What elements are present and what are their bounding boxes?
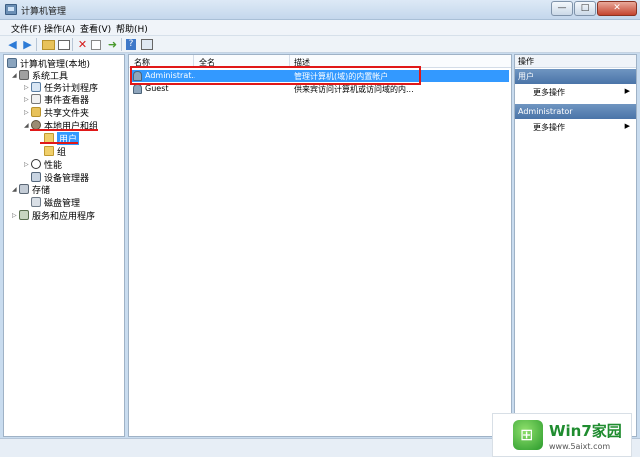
watermark-url: www.5aixt.com — [549, 442, 611, 451]
user-description: 供来宾访问计算机或访问域的内... — [294, 85, 414, 94]
tree-label: 设备管理器 — [44, 173, 90, 184]
user-name: Guest — [145, 84, 169, 93]
tree-node-event-viewer[interactable]: ▷ 事件查看器 — [24, 93, 90, 106]
tree-label: 服务和应用程序 — [32, 211, 96, 222]
storage-icon — [19, 184, 29, 194]
menu-help[interactable]: 帮助(H) — [116, 22, 148, 35]
tree-node-device-manager[interactable]: 设备管理器 — [31, 171, 90, 184]
event-log-icon — [31, 94, 41, 104]
help-icon[interactable]: ? — [126, 39, 136, 50]
up-folder-icon[interactable] — [42, 40, 55, 50]
menu-file[interactable]: 文件(F) — [11, 22, 41, 35]
menu-action[interactable]: 操作(A) — [44, 22, 75, 35]
annotation-underline — [40, 142, 78, 144]
tree-label: 共享文件夹 — [44, 108, 90, 119]
tree-label: 事件查看器 — [44, 95, 90, 106]
console-tree[interactable]: 计算机管理(本地) ◢ 系统工具 ▷ 任务计划程序 ▷ 事件查看器 ▷ 共享文件… — [3, 54, 125, 437]
computer-management-icon — [5, 4, 17, 15]
action-pane-toggle-icon[interactable] — [141, 39, 153, 50]
tree-node-disk-management[interactable]: 磁盘管理 — [31, 196, 81, 209]
user-icon — [133, 84, 142, 94]
toolbar-separator — [121, 38, 122, 51]
tree-label: 性能 — [44, 160, 63, 171]
maximize-button[interactable]: □ — [574, 1, 596, 16]
tree-node-performance[interactable]: ▷ 性能 — [24, 158, 63, 171]
clock-icon — [31, 82, 41, 92]
collapse-arrow-icon[interactable]: ◢ — [12, 72, 19, 79]
close-button[interactable]: ✕ — [597, 1, 637, 16]
disk-icon — [31, 197, 41, 207]
window-controls: — □ ✕ — [550, 1, 637, 16]
annotation-underline — [30, 129, 98, 131]
action-pane-title: 操作 — [515, 55, 636, 68]
expand-arrow-icon[interactable]: ▷ — [24, 84, 31, 91]
minimize-button[interactable]: — — [551, 1, 573, 16]
toolbar-separator — [36, 38, 37, 51]
action-pane: 操作 用户 更多操作 ▶ Administrator 更多操作 ▶ — [514, 54, 637, 437]
user-list[interactable]: 名称 全名 描述 Administrat... 管理计算机(域)的内置帐户 Gu… — [128, 54, 512, 437]
expand-arrow-icon[interactable]: ▷ — [24, 96, 31, 103]
delete-icon[interactable]: ✕ — [76, 38, 89, 51]
expand-arrow-icon[interactable]: ▷ — [24, 109, 31, 116]
export-list-icon[interactable]: ➜ — [106, 38, 119, 51]
menu-view[interactable]: 查看(V) — [80, 22, 111, 35]
tree-node-services-apps[interactable]: ▷ 服务和应用程序 — [12, 209, 96, 222]
toolbar: ◀ ▶ ✕ ➜ ? — [0, 36, 640, 53]
menu-bar: 文件(F) 操作(A) 查看(V) 帮助(H) — [0, 20, 640, 36]
window-title: 计算机管理 — [21, 7, 67, 17]
tree-label: 存储 — [32, 185, 51, 196]
computer-icon — [7, 58, 17, 68]
expand-arrow-icon[interactable]: ▷ — [12, 212, 19, 219]
expand-arrow-icon[interactable]: ▷ — [24, 161, 31, 168]
tools-icon — [19, 70, 29, 80]
more-actions-link[interactable]: 更多操作 — [533, 87, 565, 98]
tree-node-storage[interactable]: ◢ 存储 — [12, 183, 51, 196]
toolbar-separator — [72, 38, 73, 51]
submenu-arrow-icon[interactable]: ▶ — [625, 87, 630, 95]
title-bar: 计算机管理 — □ ✕ — [0, 0, 640, 20]
annotation-box — [130, 66, 421, 85]
action-section-users[interactable]: 用户 — [515, 69, 636, 84]
action-section-administrator[interactable]: Administrator — [515, 104, 636, 119]
tree-node-system-tools[interactable]: ◢ 系统工具 — [12, 69, 68, 82]
watermark-brand: Win7家园 — [549, 422, 622, 440]
back-arrow-icon[interactable]: ◀ — [6, 38, 19, 51]
collapse-arrow-icon[interactable]: ◢ — [24, 122, 31, 129]
watermark-logo: Win7家园 www.5aixt.com — [492, 413, 632, 457]
device-manager-icon — [31, 172, 41, 182]
tree-node-root[interactable]: 计算机管理(本地) — [7, 57, 90, 70]
submenu-arrow-icon[interactable]: ▶ — [625, 122, 630, 130]
tree-label: 磁盘管理 — [44, 198, 81, 209]
forward-arrow-icon[interactable]: ▶ — [21, 38, 34, 51]
show-hide-tree-icon[interactable] — [58, 40, 70, 50]
tree-node-task-scheduler[interactable]: ▷ 任务计划程序 — [24, 81, 98, 94]
shared-folder-icon — [31, 107, 41, 117]
collapse-arrow-icon[interactable]: ◢ — [12, 186, 19, 193]
tree-node-groups[interactable]: 组 — [44, 145, 67, 158]
properties-icon[interactable] — [91, 40, 101, 50]
tree-label: 组 — [57, 147, 67, 158]
windows-house-icon — [513, 420, 543, 450]
more-actions-link[interactable]: 更多操作 — [533, 122, 565, 133]
tree-node-shared-folders[interactable]: ▷ 共享文件夹 — [24, 106, 90, 119]
performance-icon — [31, 159, 41, 169]
services-icon — [19, 210, 29, 220]
folder-icon — [44, 146, 54, 156]
